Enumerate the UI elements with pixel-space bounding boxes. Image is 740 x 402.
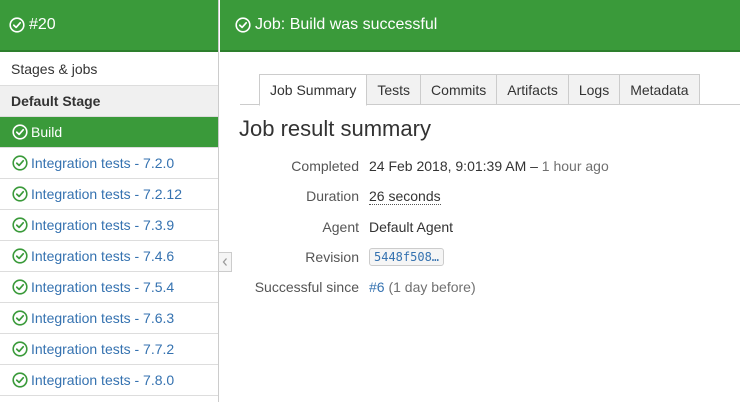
- successful-since-note: (1 day before): [388, 279, 476, 295]
- tab-logs[interactable]: Logs: [568, 74, 621, 105]
- job-item-label: Integration tests - 7.8.0: [31, 372, 175, 388]
- sidebar-collapse-handle[interactable]: [219, 252, 232, 272]
- job-item-label: Integration tests - 7.7.2: [31, 341, 175, 357]
- agent-link[interactable]: Default Agent: [369, 219, 453, 235]
- build-result-header[interactable]: #20: [0, 0, 218, 52]
- check-circle-icon: [11, 248, 28, 265]
- duration-row: Duration 26 seconds: [240, 186, 441, 206]
- completed-relative-time: 1 hour ago: [541, 158, 609, 174]
- check-circle-icon: [11, 124, 28, 141]
- job-item-label: Integration tests - 7.5.4: [31, 279, 175, 295]
- duration-label: Duration: [306, 188, 359, 204]
- job-item-label: Integration tests - 7.2.12: [31, 186, 182, 202]
- job-item[interactable]: Integration tests - 7.3.9: [0, 210, 218, 241]
- successful-since-build-link[interactable]: #6: [369, 279, 385, 295]
- stage-name: Default Stage: [0, 86, 218, 117]
- job-item[interactable]: Integration tests - 7.2.0: [0, 148, 218, 179]
- check-circle-icon: [9, 17, 25, 33]
- stages-and-jobs-title: Stages & jobs: [0, 52, 218, 86]
- sidebar: #20 Stages & jobs Default Stage Build Int…: [0, 0, 219, 402]
- job-item[interactable]: Integration tests - 7.5.4: [0, 272, 218, 303]
- completed-label: Completed: [291, 158, 359, 174]
- check-circle-icon: [11, 279, 28, 296]
- job-item-label: Integration tests - 7.3.9: [31, 217, 175, 233]
- tab-artifacts[interactable]: Artifacts: [497, 74, 569, 105]
- chevron-left-icon: [221, 254, 229, 270]
- check-circle-icon: [11, 217, 28, 234]
- job-list: Build Integration tests - 7.2.0 Integratio…: [0, 117, 218, 396]
- tab-commits[interactable]: Commits: [421, 74, 498, 105]
- job-item[interactable]: Integration tests - 7.7.2: [0, 334, 218, 365]
- successful-since-row: Successful since #6 (1 day before): [240, 277, 476, 297]
- revision-label: Revision: [305, 249, 359, 265]
- tab-tests[interactable]: Tests: [367, 74, 422, 105]
- tab-metadata[interactable]: Metadata: [620, 74, 700, 105]
- revision-link[interactable]: 5448f508…: [369, 248, 445, 266]
- revision-row: Revision 5448f508…: [240, 247, 445, 267]
- check-circle-icon: [11, 372, 28, 389]
- check-circle-icon: [11, 186, 28, 203]
- build-number[interactable]: #20: [29, 16, 56, 34]
- agent-row: Agent Default Agent: [240, 217, 453, 237]
- completed-row: Completed 24 Feb 2018, 9:01:39 AM – 1 ho…: [240, 156, 609, 176]
- job-status-title: Job: Build was successful: [255, 16, 438, 33]
- check-circle-icon: [11, 155, 28, 172]
- job-item[interactable]: Integration tests - 7.8.0: [0, 365, 218, 396]
- job-status-header: Job: Build was successful: [220, 0, 740, 52]
- job-item[interactable]: Build: [0, 117, 218, 148]
- tab-job-summary[interactable]: Job Summary: [259, 74, 368, 106]
- job-item-label: Build: [31, 124, 63, 140]
- check-circle-icon: [11, 310, 28, 327]
- successful-since-value: #6 (1 day before): [369, 279, 476, 295]
- check-circle-icon: [235, 17, 251, 33]
- completed-datetime: 24 Feb 2018, 9:01:39 AM –: [369, 158, 538, 174]
- job-tabs: Job Summary Tests Commits Artifacts Logs Meta…: [240, 74, 740, 106]
- successful-since-label: Successful since: [254, 279, 359, 295]
- completed-value: 24 Feb 2018, 9:01:39 AM – 1 hour ago: [369, 158, 609, 174]
- job-item[interactable]: Integration tests - 7.6.3: [0, 303, 218, 334]
- duration-value: 26 seconds: [369, 187, 441, 205]
- check-circle-icon: [11, 341, 28, 358]
- page-title: Job result summary: [239, 116, 431, 141]
- job-item-label: Integration tests - 7.4.6: [31, 248, 175, 264]
- agent-label: Agent: [322, 219, 359, 235]
- job-item[interactable]: Integration tests - 7.4.6: [0, 241, 218, 272]
- job-item[interactable]: Integration tests - 7.2.12: [0, 179, 218, 210]
- job-item-label: Integration tests - 7.6.3: [31, 310, 175, 326]
- job-item-label: Integration tests - 7.2.0: [31, 155, 175, 171]
